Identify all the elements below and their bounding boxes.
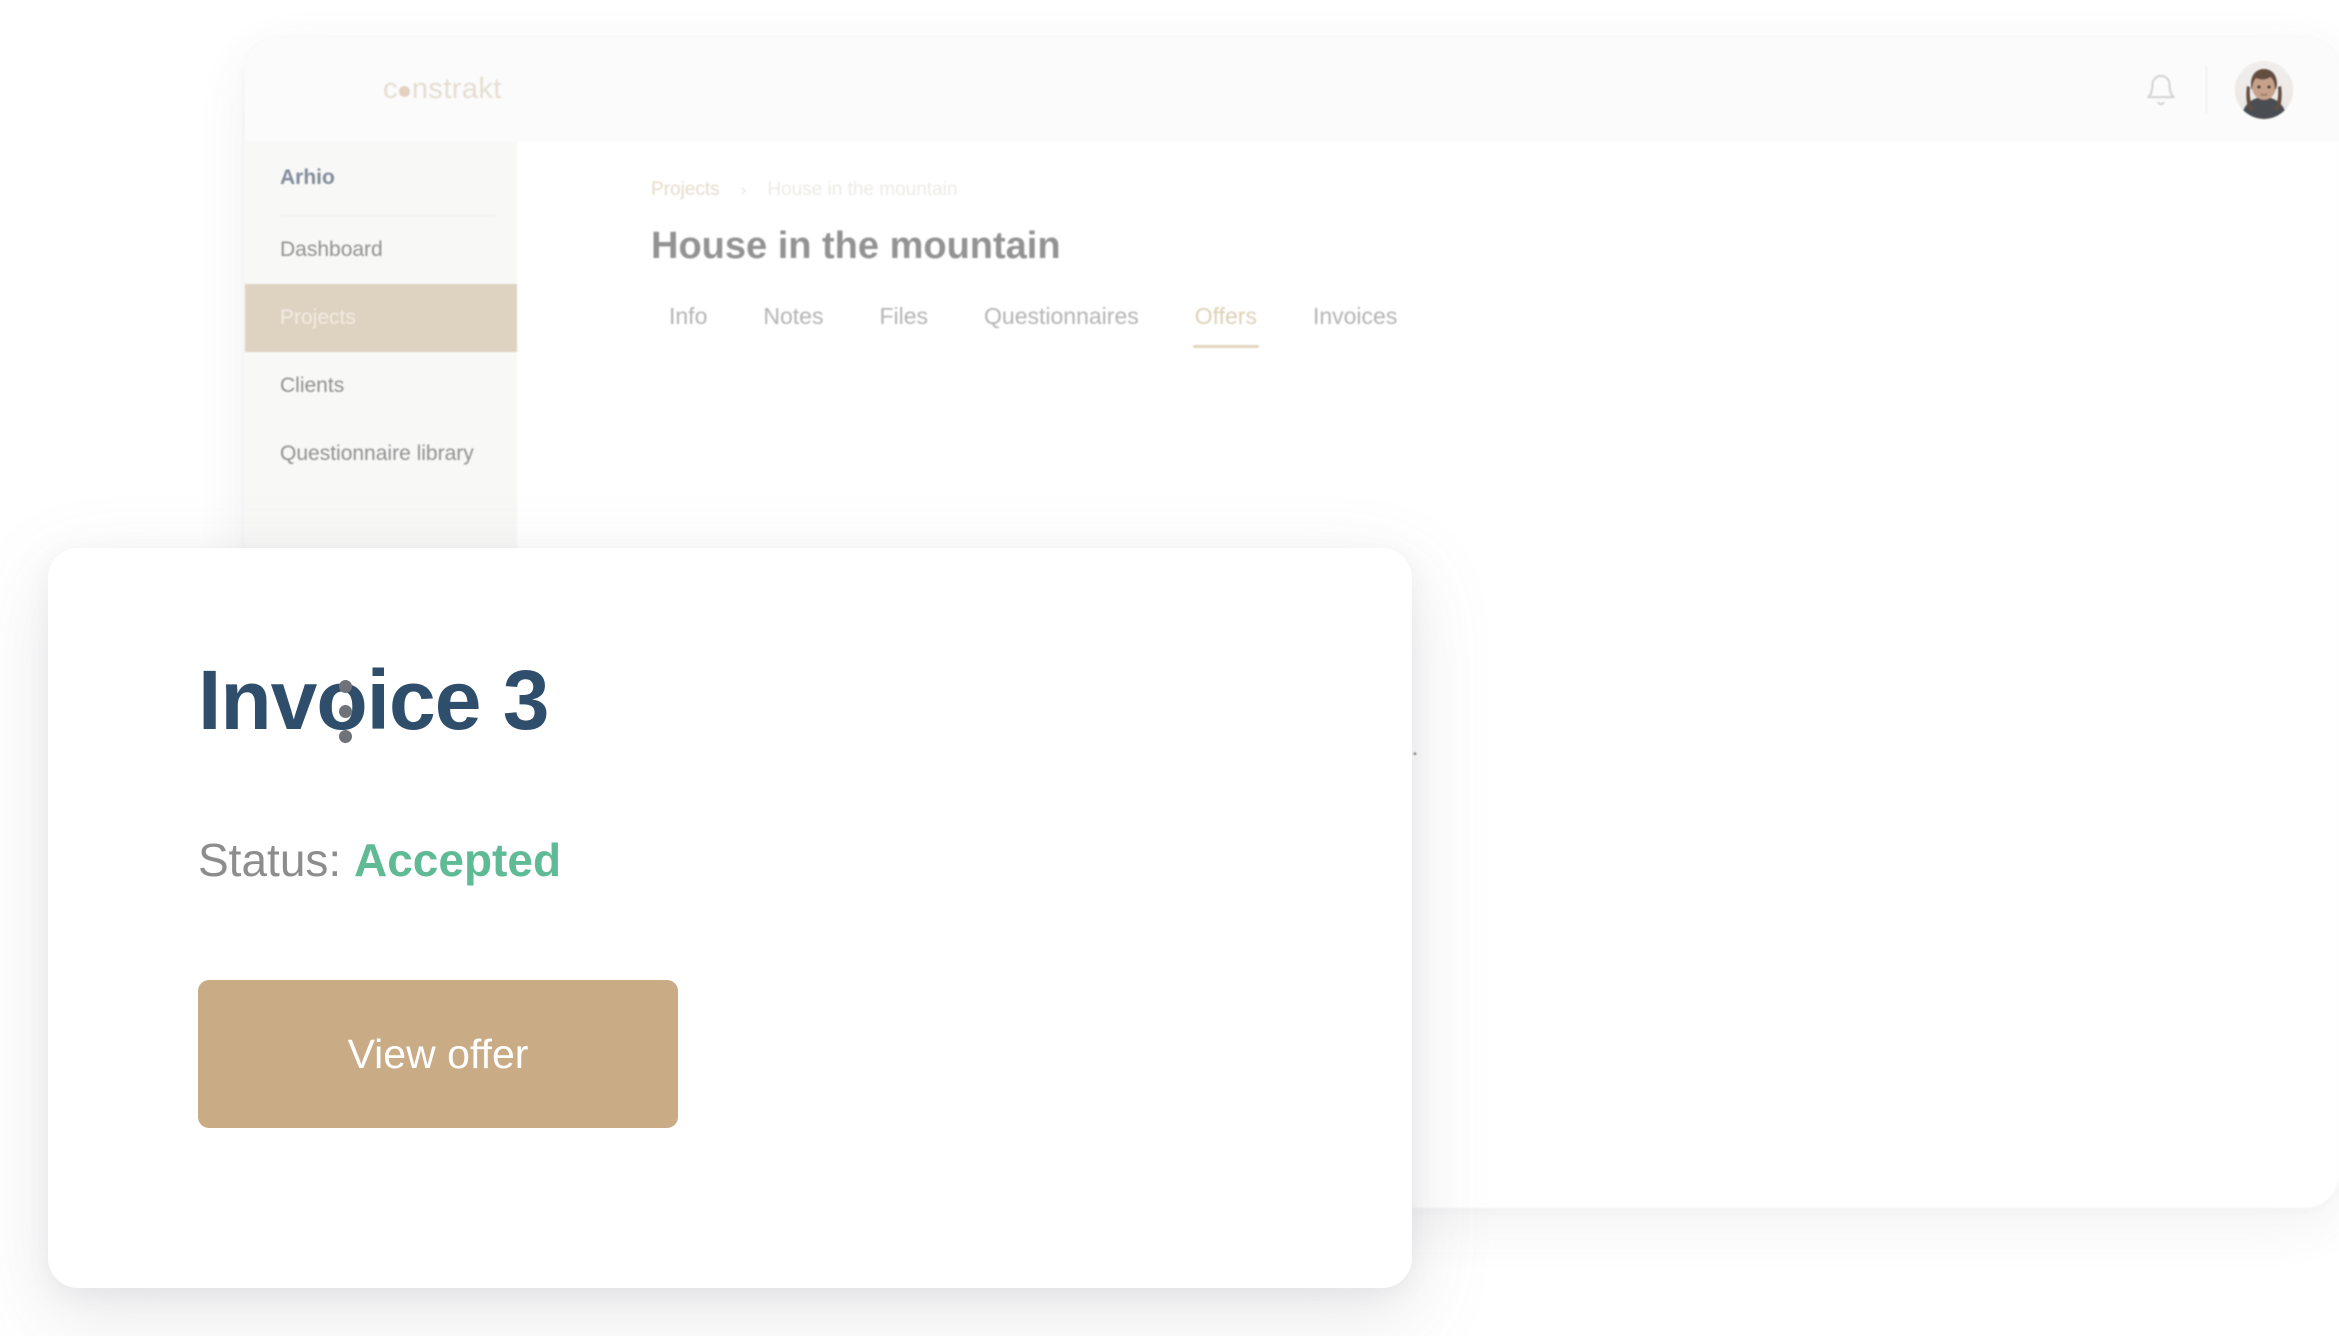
tab-notes[interactable]: Notes: [735, 303, 851, 348]
tab-invoices[interactable]: Invoices: [1285, 303, 1425, 348]
sidebar-item-clients[interactable]: Clients: [245, 352, 517, 420]
sidebar-item-arhio[interactable]: Arhio: [245, 141, 517, 215]
breadcrumb-parent-link[interactable]: Projects: [651, 179, 720, 201]
modal-status-value: Accepted: [353, 834, 562, 886]
logo-text-prefix: c: [383, 73, 398, 105]
app-logo[interactable]: c nstrakt: [383, 73, 502, 106]
invoice-detail-modal: Invoice 3 Status: Accepted View offer: [48, 548, 1412, 1288]
avatar[interactable]: [2235, 60, 2293, 119]
sidebar-item-label: Dashboard: [280, 238, 383, 261]
modal-status-label: Status:: [198, 834, 342, 886]
tab-bar: Info Notes Files Questionnaires Offers I…: [651, 303, 1425, 348]
tab-offers[interactable]: Offers: [1167, 303, 1285, 348]
app-header: c nstrakt: [245, 38, 2339, 141]
sidebar-item-label: Questionnaire library: [280, 442, 474, 465]
header-actions: [2144, 60, 2293, 119]
sidebar-item-label: Projects: [280, 306, 356, 329]
modal-status: Status: Accepted: [198, 833, 561, 887]
kebab-menu-icon[interactable]: [339, 680, 352, 743]
avatar-photo: [2235, 60, 2293, 119]
sidebar-brand-label: Arhio: [280, 166, 335, 189]
header-divider: [2206, 66, 2207, 113]
tab-questionnaires[interactable]: Questionnaires: [956, 303, 1167, 348]
modal-title: Invoice 3: [198, 653, 550, 747]
breadcrumb-current: House in the mountain: [767, 179, 958, 200]
sidebar-item-projects[interactable]: Projects: [245, 284, 517, 352]
sidebar-item-dashboard[interactable]: Dashboard: [245, 216, 517, 284]
logo-dot-icon: [398, 86, 410, 97]
bell-icon[interactable]: [2144, 73, 2178, 107]
sidebar-item-label: Clients: [280, 374, 345, 397]
screen-root: c nstrakt Arhio Dashboard Projects Clien…: [0, 0, 2339, 1336]
logo-text-suffix: nstrakt: [411, 73, 502, 105]
chevron-right-icon: ›: [740, 180, 747, 199]
sidebar-item-questionnaire-library[interactable]: Questionnaire library: [245, 420, 517, 488]
breadcrumb: Projects › House in the mountain: [651, 179, 957, 201]
tab-files[interactable]: Files: [851, 303, 956, 348]
tab-info[interactable]: Info: [651, 303, 735, 348]
page-title: House in the mountain: [651, 225, 1061, 267]
view-offer-button[interactable]: View offer: [198, 980, 678, 1128]
